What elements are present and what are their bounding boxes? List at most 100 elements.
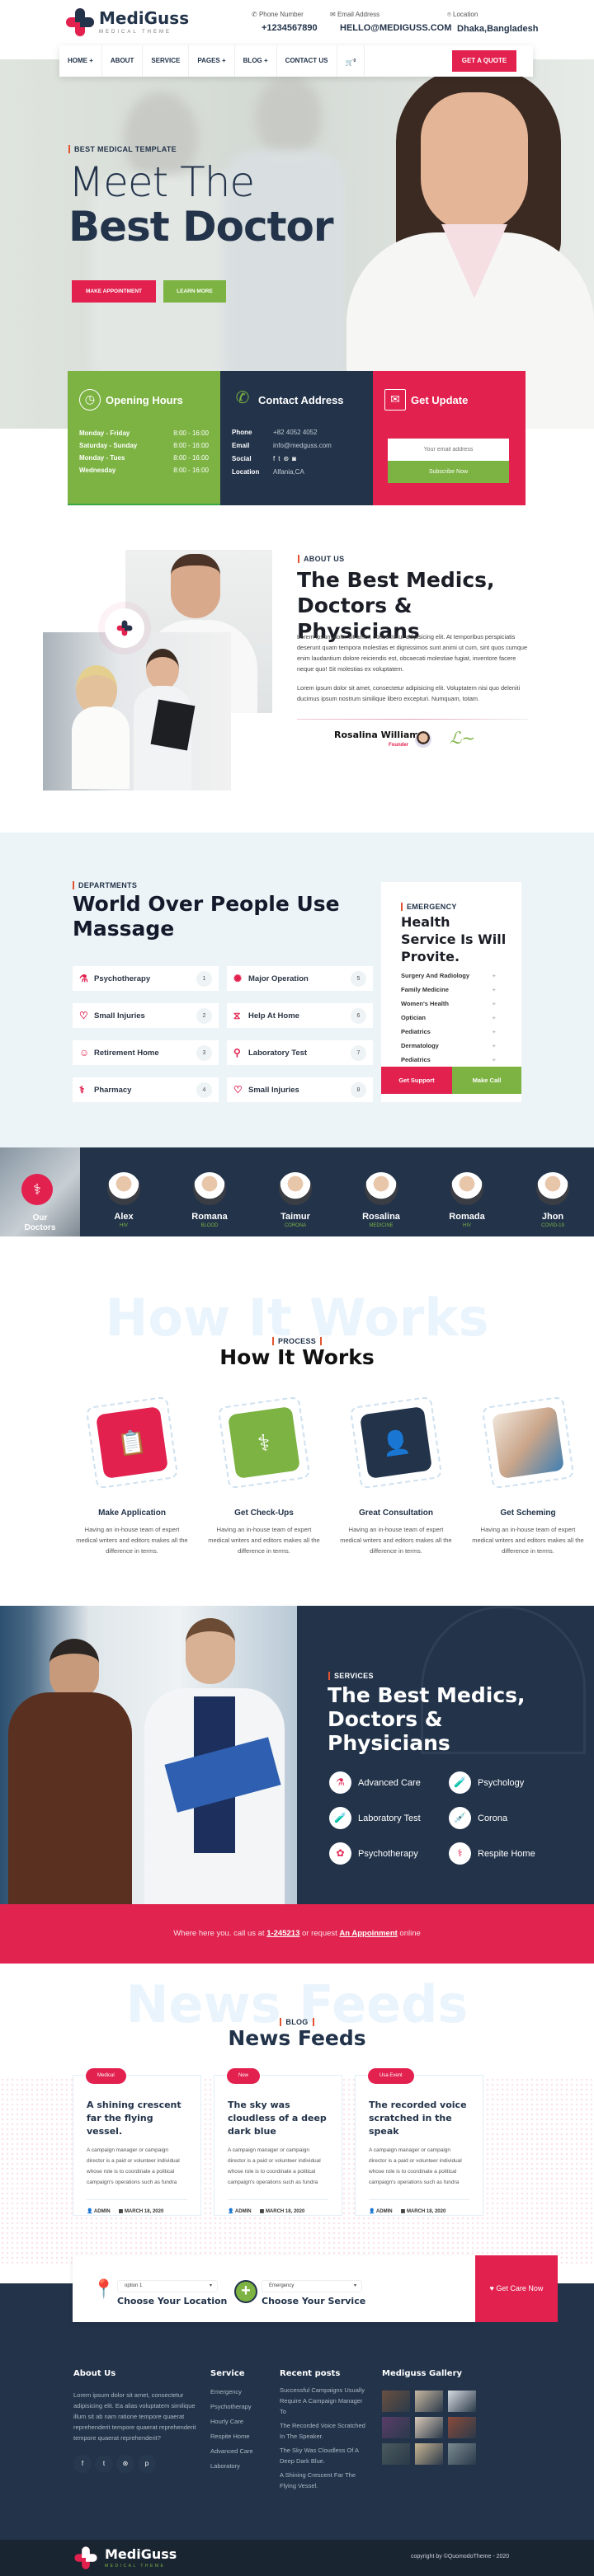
news-card[interactable]: Medical A shining crescent far the flying… [73, 2068, 201, 2216]
brand-name: MediGuss [99, 8, 190, 28]
location-select[interactable]: option 1 ▾ [117, 2280, 218, 2292]
emergency-item[interactable]: Dermatology + [401, 1042, 496, 1049]
plus-icon: + [492, 986, 496, 993]
make-appointment-button[interactable]: MAKE APPOINTMENT [72, 280, 156, 303]
service-icon: 💉 [449, 1807, 471, 1829]
gallery-thumbnail[interactable] [415, 2391, 443, 2412]
twitter-icon[interactable]: t [95, 2455, 113, 2473]
department-item[interactable]: ✺ Major Operation 5 [227, 966, 373, 991]
clock-icon: ◷ [79, 389, 101, 411]
services-photo [0, 1606, 297, 1904]
email-value[interactable]: HELLO@MEDIGUSS.COM [340, 23, 451, 33]
appointment-link[interactable]: An Appoinment [339, 1929, 397, 1938]
department-item[interactable]: ⚕ Pharmacy 4 [73, 1077, 219, 1102]
footer-service-link[interactable]: Laboratory [210, 2459, 253, 2474]
contact-value[interactable]: +82 4052 4052 [273, 426, 318, 439]
service-item[interactable]: ⚕ Respite Home [449, 1842, 535, 1865]
department-item[interactable]: ☺ Retirement Home 3 [73, 1040, 219, 1065]
phone-value[interactable]: +1234567890 [262, 23, 318, 33]
news-category-badge[interactable]: Usa Event [368, 2068, 414, 2084]
dribbble-icon[interactable]: ⊛ [283, 455, 292, 462]
news-title[interactable]: The recorded voice scratched in the spea… [369, 2099, 469, 2138]
pinterest-icon[interactable]: p [138, 2455, 156, 2473]
news-category-badge[interactable]: Medical [86, 2068, 126, 2084]
subscribe-button[interactable]: Subscribe Now [388, 461, 509, 483]
footer-service-link[interactable]: Respite Home [210, 2429, 253, 2444]
contact-row: Phone +82 4052 4052 [232, 426, 361, 439]
service-item[interactable]: ✿ Psychotherapy [329, 1842, 418, 1865]
facebook-icon[interactable]: f [73, 2455, 92, 2473]
doctor-card[interactable]: Rosalina MEDICINE [348, 1172, 414, 1228]
application-form-icon: 📋 [95, 1405, 169, 1480]
emergency-item[interactable]: Pediatrics + [401, 1056, 496, 1063]
learn-more-button[interactable]: LEARN MORE [163, 280, 226, 303]
gallery-thumbnail[interactable] [448, 2443, 476, 2465]
doctor-card[interactable]: Romana BLOOD [177, 1172, 243, 1228]
footer-recent-link[interactable]: The Sky Was Cloudless Of A Deep Dark Blu… [280, 2445, 370, 2466]
news-author[interactable]: ADMIN [94, 2209, 111, 2214]
newsletter-email-input[interactable] [388, 439, 509, 461]
footer-service-link[interactable]: Hourly Care [210, 2414, 253, 2429]
news-date: MARCH 18, 2020 [124, 2209, 164, 2214]
gallery-thumbnail[interactable] [382, 2417, 410, 2438]
service-item[interactable]: 🧪 Psychology [449, 1771, 524, 1794]
doctor-card[interactable]: Romada HIV [434, 1172, 500, 1228]
news-title[interactable]: The sky was cloudless of a deep dark blu… [228, 2099, 328, 2138]
footer-recent-link[interactable]: The Recorded Voice Scratched In The Spea… [280, 2420, 370, 2442]
process-step: 📋 Make Application Having an in-house team… [70, 1396, 194, 1556]
gallery-thumbnail[interactable] [448, 2417, 476, 2438]
gallery-thumbnail[interactable] [415, 2417, 443, 2438]
news-card[interactable]: New The sky was cloudless of a deep dark … [214, 2068, 342, 2216]
service-select[interactable]: Emergency ▾ [262, 2280, 362, 2292]
footer-recent-link[interactable]: Successful Campaigns Usually Require A C… [280, 2385, 370, 2417]
header-email: ✉ Email Address HELLO@MEDIGUSS.COM [330, 11, 451, 33]
get-quote-button[interactable]: GET A QUOTE [452, 50, 516, 72]
emergency-item[interactable]: Family Medicine + [401, 986, 496, 993]
get-support-button[interactable]: Get Support [381, 1067, 452, 1094]
get-care-now-button[interactable]: ♥ Get Care Now [475, 2255, 558, 2322]
department-item[interactable]: ⚗ Psychotherapy 1 [73, 966, 219, 991]
emergency-item[interactable]: Pediatrics + [401, 1028, 496, 1035]
contact-value[interactable]: info@medguss.com [273, 439, 332, 453]
nav-service[interactable]: SERVICE [143, 45, 190, 77]
service-item[interactable]: ⚗ Advanced Care [329, 1771, 421, 1794]
gallery-thumbnail[interactable] [382, 2443, 410, 2465]
doctor-card[interactable]: Alex HIV [91, 1172, 157, 1228]
doctor-card[interactable]: Taimur CORONA [262, 1172, 328, 1228]
emergency-item[interactable]: Surgery And Radiology + [401, 972, 496, 979]
news-author[interactable]: ADMIN [376, 2209, 393, 2214]
department-item[interactable]: ♡ Small Injuries 2 [73, 1003, 219, 1028]
service-item[interactable]: 💉 Corona [449, 1807, 507, 1829]
footer-recent-link[interactable]: A Shining Crescent Far The Flying Vessel… [280, 2470, 370, 2491]
department-item[interactable]: ⧖ Help At Home 6 [227, 1003, 373, 1028]
nav-contact[interactable]: CONTACT US [277, 45, 337, 77]
footer-service-link[interactable]: Advanced Care [210, 2444, 253, 2459]
gallery-thumbnail[interactable] [382, 2391, 410, 2412]
footer-service-link[interactable]: Psychotherapy [210, 2400, 253, 2414]
doctor-card[interactable]: Jhon COVID-19 [520, 1172, 586, 1228]
service-label: Corona [478, 1813, 508, 1823]
department-item[interactable]: ⚲ Laboratory Test 7 [227, 1040, 373, 1065]
news-category-badge[interactable]: New [227, 2068, 261, 2084]
emergency-item[interactable]: Women's Health + [401, 1000, 496, 1007]
footer-service-link[interactable]: Emergency [210, 2385, 253, 2400]
gallery-thumbnail[interactable] [415, 2443, 443, 2465]
nav-home[interactable]: HOME + [59, 45, 102, 77]
news-author[interactable]: ADMIN [235, 2209, 252, 2214]
nav-blog[interactable]: BLOG + [235, 45, 277, 77]
doctor-specialty: MEDICINE [369, 1223, 394, 1228]
banner-phone-link[interactable]: 1-245213 [266, 1929, 299, 1938]
news-title[interactable]: A shining crescent far the flying vessel… [87, 2099, 187, 2138]
nav-pages[interactable]: PAGES + [189, 45, 235, 77]
nav-about[interactable]: ABOUT [102, 45, 144, 77]
dribbble-icon[interactable]: ⊛ [116, 2455, 134, 2473]
news-excerpt: A campaign manager or campaign director … [87, 2147, 180, 2185]
instagram-icon[interactable]: ◙ [292, 455, 299, 462]
department-item[interactable]: ♡ Small Injuries 8 [227, 1077, 373, 1102]
gallery-thumbnail[interactable] [448, 2391, 476, 2412]
cart-icon[interactable]: 🛒0 [337, 45, 365, 77]
emergency-item[interactable]: Optician + [401, 1014, 496, 1021]
service-item[interactable]: 🧪 Laboratory Test [329, 1807, 421, 1829]
make-call-button[interactable]: Make Call [452, 1067, 521, 1094]
news-card[interactable]: Usa Event The recorded voice scratched in… [355, 2068, 483, 2216]
